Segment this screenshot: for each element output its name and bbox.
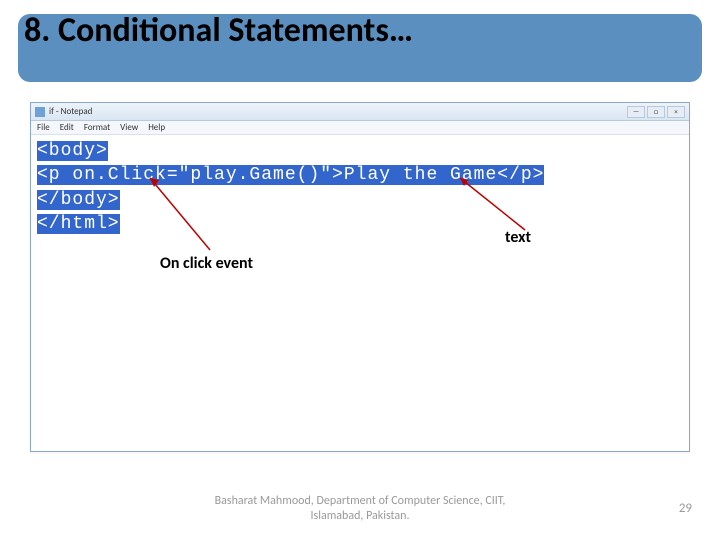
menubar: File Edit Format View Help [31, 121, 689, 135]
code-area[interactable]: <body> <p on.Click="play.Game()">Play th… [31, 135, 689, 240]
minimize-icon[interactable]: — [627, 106, 645, 118]
code-line-3: </body> [37, 190, 120, 210]
menu-file[interactable]: File [37, 122, 50, 133]
menu-help[interactable]: Help [148, 122, 165, 133]
footer: Basharat Mahmood, Department of Computer… [0, 494, 720, 524]
footer-author: Basharat Mahmood, Department of Computer… [210, 494, 510, 524]
menu-view[interactable]: View [120, 122, 138, 133]
window-titlebar: if - Notepad — □ × [31, 103, 689, 121]
code-line-1: <body> [37, 141, 108, 161]
annotation-text: text [505, 228, 531, 247]
annotation-onclick: On click event [160, 254, 253, 273]
notepad-window: if - Notepad — □ × File Edit Format View… [30, 102, 690, 452]
notepad-icon [35, 107, 45, 117]
menu-format[interactable]: Format [84, 122, 110, 133]
menu-edit[interactable]: Edit [60, 122, 74, 133]
code-line-4: </html> [37, 214, 120, 234]
window-title-text: if - Notepad [49, 106, 92, 117]
window-controls: — □ × [627, 106, 685, 118]
page-number: 29 [679, 501, 692, 516]
code-line-2: <p on.Click="play.Game()">Play the Game<… [37, 165, 544, 185]
close-icon[interactable]: × [667, 106, 685, 118]
maximize-icon[interactable]: □ [647, 106, 665, 118]
slide-title: 8. Conditional Statements… [24, 10, 413, 51]
